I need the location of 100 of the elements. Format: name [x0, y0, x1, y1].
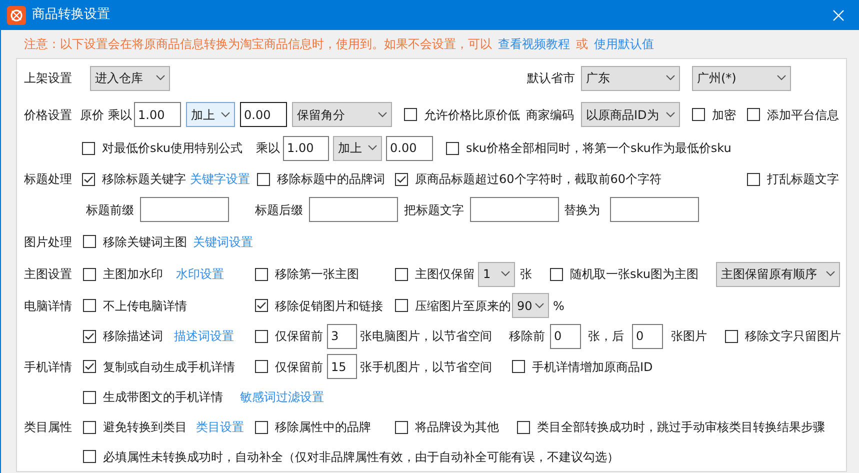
input-field[interactable]: 0.00 — [240, 102, 287, 127]
dropdown[interactable]: 以原商品ID为 — [581, 102, 680, 127]
checkbox[interactable] — [692, 108, 705, 121]
checkbox[interactable] — [255, 420, 268, 434]
dropdown[interactable]: 加上 — [186, 102, 235, 127]
close-icon — [832, 10, 844, 20]
section-label: 价格设置 — [24, 108, 72, 122]
dropdown[interactable]: 保留角分 — [292, 102, 392, 127]
field-label: 原价 — [80, 106, 104, 124]
dropdown[interactable]: 主图保留原有顺序 — [716, 262, 840, 286]
checkbox[interactable] — [83, 299, 96, 312]
checkbox-option[interactable]: 仅保留前 — [255, 358, 323, 376]
checkmark-icon — [85, 363, 94, 370]
checkbox-option[interactable]: 类目全部转换成功时，跳过手动审核类目转换结果步骤 — [517, 418, 825, 436]
checkbox-option[interactable]: 不上传电脑详情 — [83, 296, 187, 314]
checkbox[interactable] — [395, 420, 408, 434]
checkbox[interactable] — [255, 268, 268, 280]
checkbox-option[interactable]: 加密 — [692, 106, 736, 124]
input-field[interactable]: 3 — [327, 324, 357, 348]
checkbox[interactable] — [255, 330, 268, 342]
chevron-down-icon — [666, 112, 675, 118]
checkbox-option[interactable]: 手机详情增加原商品ID — [512, 358, 653, 376]
settings-link[interactable]: 水印设置 — [176, 265, 224, 283]
chevron-down-icon — [501, 271, 510, 277]
checkbox-option[interactable]: 主图加水印 — [83, 265, 163, 283]
input-field[interactable]: 1.00 — [134, 102, 181, 127]
input-field[interactable]: 0.00 — [386, 136, 433, 160]
checkbox[interactable] — [83, 360, 96, 373]
checkbox[interactable] — [517, 420, 530, 434]
checkbox-option[interactable]: 移除促销图片和链接 — [255, 296, 383, 314]
dropdown[interactable]: 90 — [512, 293, 549, 318]
dropdown[interactable]: 广州(*) — [692, 66, 791, 90]
checkbox[interactable] — [83, 235, 96, 248]
checkbox[interactable] — [83, 420, 96, 434]
checkbox-option[interactable]: 移除描述词 — [83, 327, 163, 345]
checkbox[interactable] — [82, 172, 95, 186]
field-label: 张电脑图片，以节省空间 — [360, 328, 492, 345]
dropdown[interactable]: 进入仓库 — [90, 66, 170, 90]
dropdown[interactable]: 1 — [478, 262, 515, 286]
checkbox[interactable] — [83, 268, 96, 280]
checkbox-option[interactable]: 移除关键词主图 — [83, 232, 187, 250]
checkbox[interactable] — [255, 360, 268, 373]
checkbox-option[interactable]: 压缩图片至原来的 — [395, 296, 511, 314]
input-field[interactable] — [309, 197, 398, 222]
checkbox[interactable] — [395, 299, 408, 312]
checkbox-option[interactable]: 移除标题中的品牌词 — [257, 170, 385, 188]
checkbox-option[interactable]: 生成带图文的手机详情 — [83, 388, 223, 406]
checkbox[interactable] — [395, 172, 408, 186]
checkbox-option[interactable]: sku价格全部相同时，将第一个sku作为最低价sku — [446, 139, 732, 157]
checkbox-option[interactable]: 对最低价sku使用特别公式 — [82, 139, 242, 157]
checkbox[interactable] — [83, 450, 96, 463]
field-label: 移除前 — [509, 328, 545, 345]
checkbox-option[interactable]: 允许价格比原价低 — [404, 106, 520, 124]
checkbox-option[interactable]: 原商品标题超过60个字符时，截取前60个字符 — [395, 170, 662, 188]
chevron-down-icon — [156, 75, 165, 81]
field-label: 商家编码 — [526, 106, 574, 124]
checkbox[interactable] — [83, 330, 96, 342]
checkbox[interactable] — [550, 268, 563, 280]
checkbox-option[interactable]: 移除第一张主图 — [255, 265, 359, 283]
chevron-down-icon — [368, 145, 377, 151]
checkbox-option[interactable]: 避免转换到类目 — [83, 418, 187, 436]
checkbox-option[interactable]: 移除属性中的品牌 — [255, 418, 371, 436]
input-field[interactable]: 1.00 — [283, 136, 329, 160]
checkbox[interactable] — [257, 172, 270, 186]
dropdown[interactable]: 广东 — [581, 66, 680, 90]
checkbox[interactable] — [83, 390, 96, 404]
field-label: 标题后缀 — [255, 202, 303, 218]
input-field[interactable] — [140, 197, 229, 222]
settings-link[interactable]: 敏感词过滤设置 — [240, 388, 324, 406]
checkbox[interactable] — [512, 360, 525, 373]
settings-link[interactable]: 关键字设置 — [190, 170, 250, 188]
settings-link[interactable]: 描述词设置 — [174, 327, 234, 345]
checkbox-option[interactable]: 将品牌设为其他 — [395, 418, 499, 436]
checkbox-option[interactable]: 必填属性未转换成功时，自动补全（仅对非品牌属性有效，由于自动补全可能有误，不建议勾选） — [83, 448, 619, 466]
checkbox[interactable] — [404, 108, 417, 121]
checkbox-option[interactable]: 添加平台信息 — [747, 106, 839, 124]
checkbox[interactable] — [82, 142, 95, 154]
settings-link[interactable]: 关键词设置 — [193, 232, 253, 250]
checkbox[interactable] — [725, 330, 738, 342]
checkbox-option[interactable]: 随机取一张sku图为主图 — [550, 265, 698, 283]
field-label: 默认省市 — [527, 70, 575, 87]
settings-link[interactable]: 类目设置 — [196, 418, 244, 436]
checkbox-option[interactable]: 仅保留前 — [255, 327, 323, 345]
input-field[interactable]: 0 — [550, 324, 581, 348]
checkbox-option[interactable]: 复制或自动生成手机详情 — [83, 358, 235, 376]
checkbox-option[interactable]: 移除文字只留图片 — [725, 327, 841, 345]
input-field[interactable] — [470, 197, 559, 222]
checkbox[interactable] — [446, 142, 459, 154]
checkbox[interactable] — [395, 268, 408, 280]
checkbox[interactable] — [255, 299, 268, 312]
checkbox-option[interactable]: 移除标题关键字 — [82, 170, 186, 188]
checkbox[interactable] — [747, 108, 760, 121]
input-field[interactable]: 0 — [632, 324, 663, 348]
dropdown[interactable]: 加上 — [333, 136, 382, 160]
checkbox-option[interactable]: 主图仅保留 — [395, 265, 475, 283]
input-field[interactable] — [610, 197, 699, 222]
checkbox-option[interactable]: 打乱标题文字 — [747, 170, 839, 188]
chevron-down-icon — [777, 75, 786, 81]
input-field[interactable]: 15 — [327, 354, 357, 379]
checkbox[interactable] — [747, 172, 760, 186]
